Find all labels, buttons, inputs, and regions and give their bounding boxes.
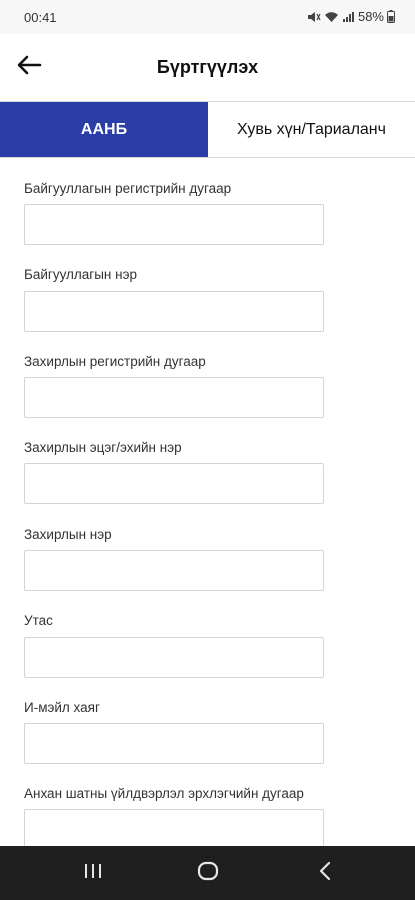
field-label-email: И-мэйл хаяг <box>24 700 100 715</box>
field-label-director-name: Захирлын нэр <box>24 527 112 542</box>
recent-apps-icon <box>83 862 103 885</box>
field-label-director-register: Захирлын регистрийн дугаар <box>24 354 206 369</box>
field-label-director-surname: Захирлын эцэг/эхийн нэр <box>24 440 182 455</box>
signal-icon <box>342 11 355 23</box>
app-bar: Бүртгүүлэх <box>0 34 415 100</box>
home-button[interactable] <box>178 846 238 900</box>
director-name-input[interactable] <box>24 550 324 591</box>
navigation-bar <box>0 846 415 900</box>
field-label-org-register: Байгууллагын регистрийн дугаар <box>24 181 232 196</box>
back-nav-icon <box>318 861 332 886</box>
field-label-producer-number: Анхан шатны үйлдвэрлэл эрхлэгчийн дугаар <box>24 786 304 801</box>
status-time: 00:41 <box>24 10 57 25</box>
status-icons: 58% <box>307 9 395 24</box>
page-title: Бүртгүүлэх <box>156 57 259 77</box>
registration-form: Байгууллагын регистрийн дугаар Байгуулла… <box>0 158 415 846</box>
mute-icon <box>307 11 321 23</box>
battery-percent: 58% <box>357 9 384 24</box>
wifi-icon <box>324 11 339 23</box>
battery-icon <box>387 10 395 23</box>
org-name-input[interactable] <box>24 291 324 332</box>
tab-individual-farmer[interactable]: Хувь хүн/Тариаланч <box>208 102 415 157</box>
director-surname-input[interactable] <box>24 463 324 504</box>
director-register-input[interactable] <box>24 377 324 418</box>
tab-organization[interactable]: ААНБ <box>0 102 208 157</box>
system-back-button[interactable] <box>295 846 355 900</box>
tab-bar: ААНБ Хувь хүн/Тариаланч <box>0 101 415 158</box>
org-register-input[interactable] <box>24 204 324 245</box>
status-bar: 00:41 58% <box>0 0 415 34</box>
producer-number-input[interactable] <box>24 809 324 846</box>
phone-input[interactable] <box>24 637 324 678</box>
field-label-phone: Утас <box>24 613 53 628</box>
email-input[interactable] <box>24 723 324 764</box>
recent-apps-button[interactable] <box>63 846 123 900</box>
field-label-org-name: Байгууллагын нэр <box>24 267 137 282</box>
home-icon <box>197 861 219 886</box>
